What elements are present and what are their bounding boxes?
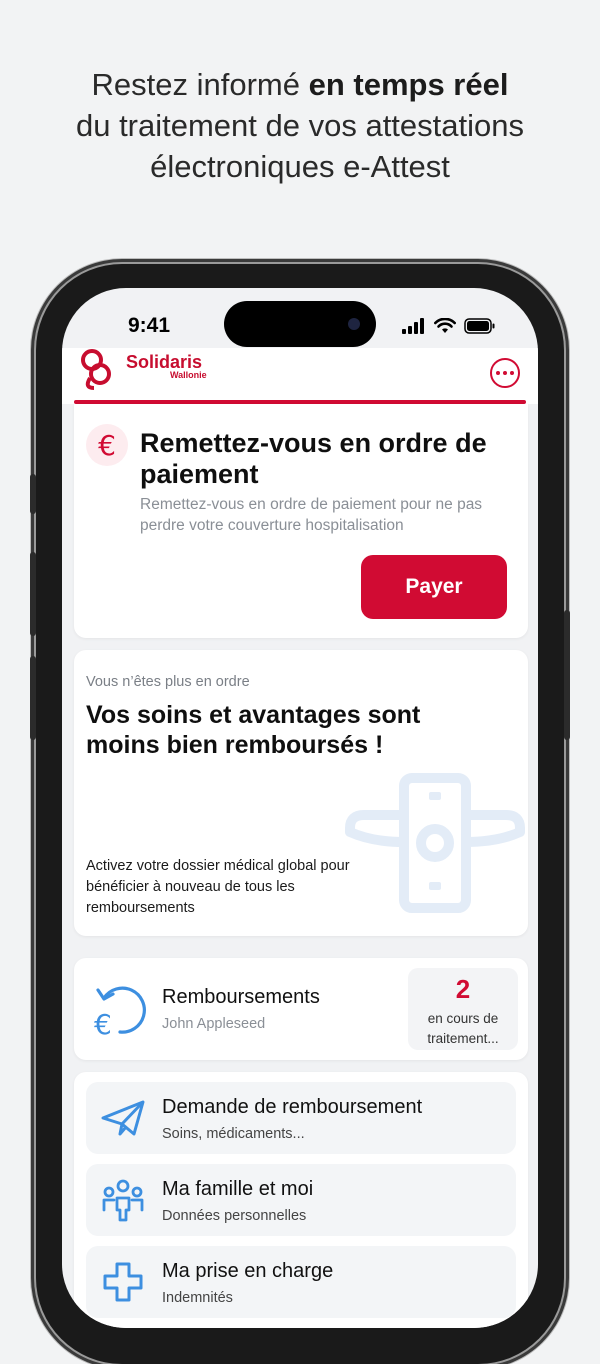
- status-icons: [402, 318, 496, 334]
- phone-screen: 9:41 Solidaris Wallonie € Remettez-vous …: [62, 288, 538, 1328]
- svg-text:€: €: [94, 1008, 112, 1038]
- coverage-status-card[interactable]: Vous n’êtes plus en ordre Vos soins et a…: [74, 650, 528, 936]
- camera-icon: [348, 318, 360, 330]
- solidaris-logo-icon: [81, 349, 111, 390]
- menu-item-subtitle: Soins, médicaments...: [162, 1126, 305, 1142]
- pending-refunds-badge: 2 en cours de traitement...: [408, 968, 518, 1050]
- menu-item-title: Demande de remboursement: [162, 1096, 423, 1118]
- pending-count: 2: [455, 974, 471, 1004]
- wifi-icon: [434, 318, 456, 333]
- phone-power-button: [564, 610, 570, 740]
- refunds-card[interactable]: € Remboursements John Appleseed 2 en cou…: [74, 958, 528, 1060]
- euro-icon: €: [86, 424, 128, 466]
- brand-sub: Wallonie: [170, 370, 207, 380]
- menu-item-title: Ma famille et moi: [162, 1178, 314, 1200]
- menu-item-title: Ma prise en charge: [162, 1260, 334, 1282]
- menu-item-subtitle: Données personnelles: [162, 1208, 307, 1224]
- medical-cross-icon: [103, 1262, 143, 1302]
- payment-title: Remettez-vous en ordre de paiement: [140, 428, 487, 489]
- more-options-button[interactable]: [490, 358, 520, 388]
- headline-line3: électroniques e-Attest: [150, 149, 450, 184]
- ellipsis-icon: [496, 371, 500, 375]
- payment-card: € Remettez-vous en ordre de paiement Rem…: [74, 404, 528, 638]
- family-icon: [102, 1179, 144, 1222]
- promo-headline: Restez informé en temps réel du traiteme…: [0, 64, 600, 187]
- menu-item-coverage[interactable]: Ma prise en charge Indemnités: [86, 1246, 516, 1318]
- menu-item-family[interactable]: Ma famille et moi Données personnelles: [86, 1164, 516, 1236]
- phone-volume-down: [30, 656, 36, 740]
- dynamic-island: [224, 301, 376, 347]
- battery-icon: [464, 318, 495, 334]
- status-title: Vos soins et avantages sont moins bien r…: [86, 701, 421, 759]
- status-caption: Vous n’êtes plus en ordre: [86, 674, 250, 690]
- pending-label: en cours de traitement...: [427, 1011, 499, 1046]
- menu-item-refund-request[interactable]: Demande de remboursement Soins, médicame…: [86, 1082, 516, 1154]
- status-description: Activez votre dossier médical global pou…: [86, 858, 350, 916]
- payment-description: Remettez-vous en ordre de paiement pour …: [140, 496, 483, 534]
- phone-volume-up: [30, 552, 36, 636]
- menu-item-subtitle: Indemnités: [162, 1290, 233, 1306]
- pay-button[interactable]: Payer: [361, 555, 507, 619]
- paper-plane-icon: [101, 1100, 145, 1136]
- refund-euro-icon: €: [94, 986, 146, 1038]
- refunds-title: Remboursements: [162, 986, 320, 1008]
- actions-card: Demande de remboursement Soins, médicame…: [74, 1072, 528, 1328]
- headline-line2: du traitement de vos attestations: [75, 108, 525, 143]
- status-time: 9:41: [128, 314, 171, 337]
- app-header: Solidaris Wallonie: [62, 348, 538, 404]
- signal-icon: [402, 318, 424, 334]
- refunds-holder: John Appleseed: [162, 1016, 266, 1032]
- phone-action-button: [30, 474, 36, 514]
- headline-line1: Restez informé en temps réel: [91, 67, 509, 102]
